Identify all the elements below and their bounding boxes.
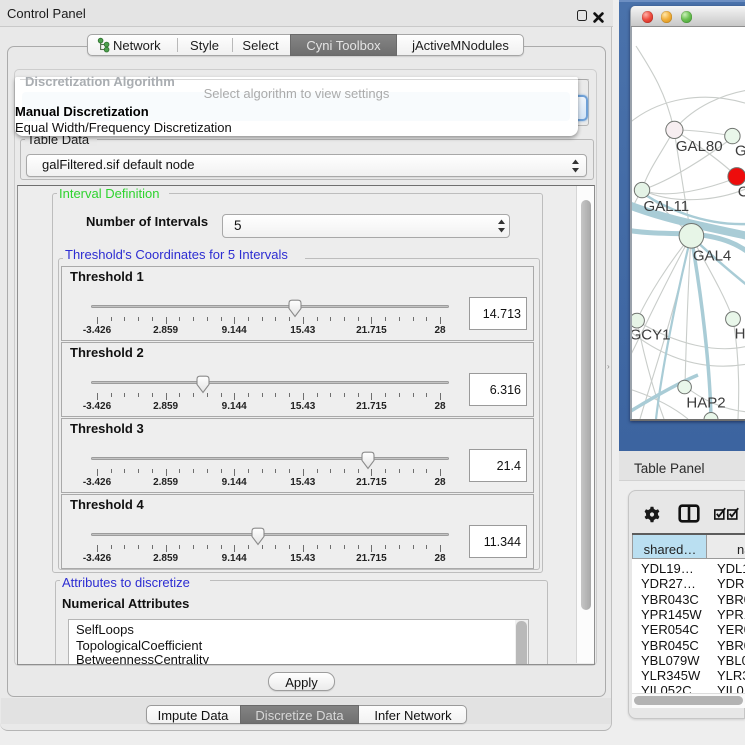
svg-text:GAL80: GAL80 — [676, 138, 723, 155]
svg-text:HAP2: HAP2 — [686, 394, 725, 411]
svg-text:GAL11: GAL11 — [644, 198, 690, 215]
svg-text:GCY1: GCY1 — [632, 327, 670, 344]
svg-text:GAL4: GAL4 — [693, 248, 731, 265]
svg-text:H: H — [735, 325, 745, 342]
svg-text:C: C — [738, 184, 745, 201]
svg-text:GA: GA — [735, 143, 745, 160]
